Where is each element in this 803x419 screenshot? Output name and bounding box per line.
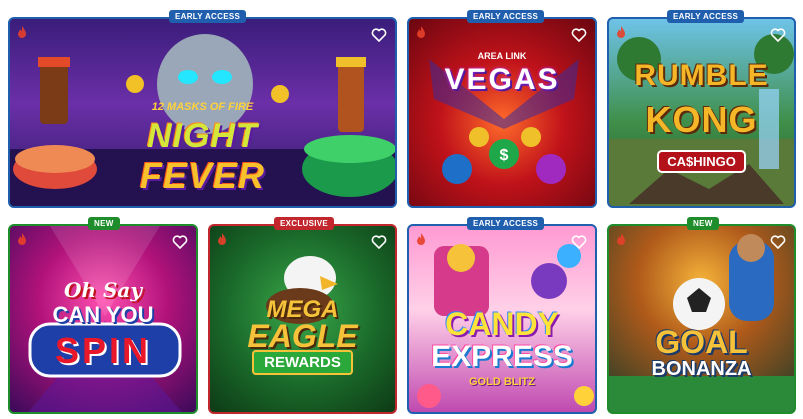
hot-flame-icon xyxy=(617,26,625,38)
game-tile-mega-eagle[interactable]: MEGA EAGLE REWARDS xyxy=(208,224,397,414)
favorite-heart-icon[interactable] xyxy=(371,27,387,43)
badge-exclusive: EXCLUSIVE xyxy=(274,217,335,230)
night-fever-subtitle: 12 MASKS OF FIRE xyxy=(151,101,254,113)
hot-flame-icon xyxy=(417,26,425,38)
rewards-label: REWARDS xyxy=(252,350,353,375)
favorite-heart-icon[interactable] xyxy=(571,27,587,43)
game-tile-goal-bonanza[interactable]: GOAL BONANZA xyxy=(607,224,796,414)
badge-new: NEW xyxy=(88,217,120,230)
hot-flame-icon xyxy=(218,233,226,245)
game-tile-can-you-spin[interactable]: Oh Say CAN YOU SPIN xyxy=(8,224,198,414)
game-tile-candy-express[interactable]: CANDY EXPRESS GOLD BLITZ xyxy=(407,224,597,414)
can-you-spin-line-1: Oh Say xyxy=(64,278,142,302)
hot-flame-icon xyxy=(417,233,425,245)
game-tile-vegas[interactable]: $ AREA LINK VEGAS xyxy=(407,17,597,208)
vegas-area-link: AREA LINK xyxy=(477,51,527,61)
badge-early-access: EARLY ACCESS xyxy=(467,10,545,23)
can-you-spin-line-3: SPIN xyxy=(54,330,152,371)
favorite-heart-icon[interactable] xyxy=(770,27,786,43)
hot-flame-icon xyxy=(617,233,625,245)
hot-flame-icon xyxy=(18,26,26,38)
favorite-heart-icon[interactable] xyxy=(571,234,587,250)
badge-early-access: EARLY ACCESS xyxy=(169,10,247,23)
favorite-heart-icon[interactable] xyxy=(770,234,786,250)
night-fever-title-line-3: FEVER xyxy=(139,155,266,196)
rumble-kong-title-line-1: RUMBLE xyxy=(634,59,769,92)
game-tile-night-fever[interactable]: 12 MASKS OF FIRE NIGHT FEVER xyxy=(8,17,397,208)
badge-early-access: EARLY ACCESS xyxy=(667,10,745,23)
candy-express-line-1: CANDY xyxy=(445,306,559,342)
badge-new: NEW xyxy=(687,217,719,230)
badge-early-access: EARLY ACCESS xyxy=(467,217,545,230)
rumble-kong-cashingo: CA$HINGO xyxy=(609,150,794,173)
candy-express-line-3: GOLD BLITZ xyxy=(469,376,535,388)
rumble-kong-title-line-2: KONG xyxy=(645,99,758,140)
mega-eagle-rewards: REWARDS xyxy=(210,350,395,375)
goal-bonanza-line-2: BONANZA xyxy=(651,358,752,380)
vegas-title: VEGAS xyxy=(444,63,560,96)
cashingo-label: CA$HINGO xyxy=(657,150,746,173)
favorite-heart-icon[interactable] xyxy=(371,234,387,250)
favorite-heart-icon[interactable] xyxy=(172,234,188,250)
can-you-spin-line-2: CAN YOU xyxy=(52,302,154,327)
hot-flame-icon xyxy=(18,233,26,245)
night-fever-title-line-2: NIGHT xyxy=(147,117,258,155)
goal-bonanza-line-1: GOAL xyxy=(655,324,748,360)
vegas-art: $ xyxy=(429,59,579,184)
svg-text:$: $ xyxy=(500,147,509,164)
game-tile-rumble-kong[interactable]: RUMBLE KONG CA$HINGO xyxy=(607,17,796,208)
candy-express-line-2: EXPRESS xyxy=(431,340,573,373)
goal-bonanza-art xyxy=(609,234,794,412)
